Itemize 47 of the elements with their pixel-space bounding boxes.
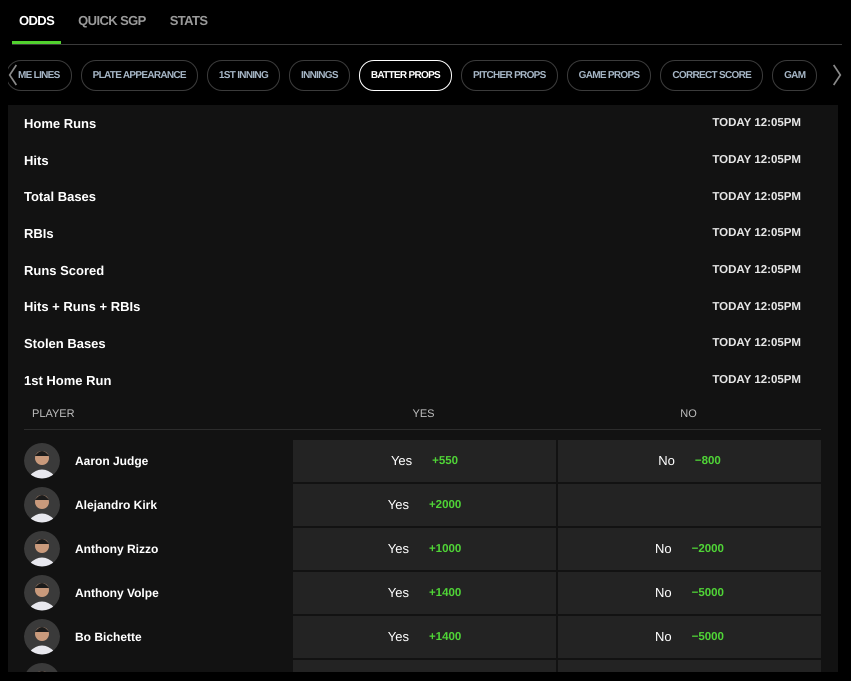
market-name[interactable]: Total Bases xyxy=(24,189,96,204)
market-name[interactable]: Hits + Runs + RBIs xyxy=(24,299,140,314)
market-name[interactable]: RBIs xyxy=(24,226,54,241)
odds-button[interactable]: Yes +550 xyxy=(293,440,556,482)
chevron-right-icon[interactable] xyxy=(832,62,842,88)
category-pill[interactable]: INNINGS xyxy=(289,60,350,91)
market-name[interactable]: Home Runs xyxy=(24,116,96,131)
category-pill[interactable]: ME LINES xyxy=(8,60,72,91)
market-time: TODAY 12:05PM xyxy=(712,190,801,203)
category-pill[interactable]: PITCHER PROPS xyxy=(461,60,558,91)
category-pill[interactable]: CORRECT SCORE xyxy=(660,60,764,91)
column-header: NO xyxy=(679,408,698,420)
market-name[interactable]: Hits xyxy=(24,152,49,168)
odds-button[interactable]: Yes +1400 xyxy=(293,572,556,614)
market-name[interactable]: Stolen Bases xyxy=(24,336,106,351)
chevron-left-icon[interactable] xyxy=(8,62,18,88)
odds-button[interactable]: No −5000 xyxy=(558,616,821,658)
player-name: Bo Bichette xyxy=(75,630,142,644)
market-time: TODAY 12:05PM xyxy=(712,227,801,240)
category-pill[interactable]: GAME PROPS xyxy=(566,60,652,91)
tab[interactable]: QUICK SGP xyxy=(71,0,153,44)
odds-button[interactable]: No −5000 xyxy=(558,572,821,614)
category-pill[interactable]: PLATE APPEARANCE xyxy=(80,60,198,91)
tab[interactable]: ODDS xyxy=(12,0,62,44)
column-header: YES xyxy=(411,408,436,420)
market-name[interactable]: 1st Home Run xyxy=(24,372,112,388)
odds-button[interactable]: No −800 xyxy=(558,440,821,482)
market-time: TODAY 12:05PM xyxy=(712,117,801,130)
player-name: Anthony Rizzo xyxy=(75,542,158,556)
market-time: TODAY 12:05PM xyxy=(712,300,801,313)
odds-button[interactable]: Yes +1400 xyxy=(293,616,556,658)
player-name: Anthony Volpe xyxy=(75,586,159,600)
market-name[interactable]: Runs Scored xyxy=(24,262,104,278)
market-time: TODAY 12:05PM xyxy=(712,374,801,386)
odds-button[interactable]: No −2000 xyxy=(558,528,821,570)
player-name: Alejandro Kirk xyxy=(75,498,158,512)
odds-button[interactable]: Yes +2000 xyxy=(293,484,556,526)
market-time: TODAY 12:05PM xyxy=(712,337,801,350)
player-name: Aaron Judge xyxy=(75,454,148,468)
column-header: PLAYER xyxy=(31,408,76,420)
tab[interactable]: STATS xyxy=(162,0,214,44)
odds-button[interactable]: Yes +1000 xyxy=(293,528,556,570)
category-pill[interactable]: BATTER PROPS xyxy=(358,60,452,91)
market-time: TODAY 12:05PM xyxy=(712,154,801,166)
market-time: TODAY 12:05PM xyxy=(712,264,801,276)
category-pill[interactable]: GAM xyxy=(772,60,818,91)
category-pill[interactable]: 1ST INNING xyxy=(206,60,280,91)
